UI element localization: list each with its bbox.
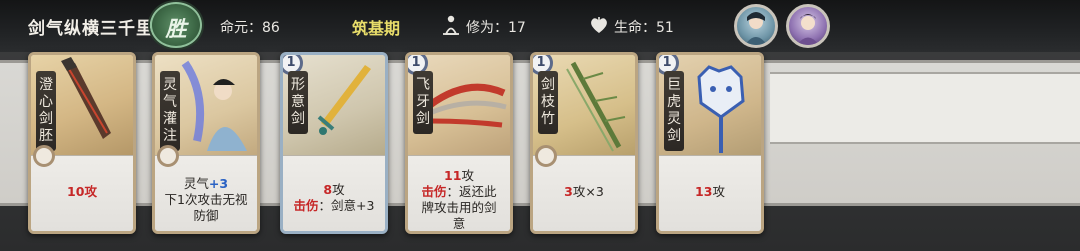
swordsman-portrait-icon (745, 12, 767, 45)
card-title: 飞牙剑 (413, 71, 433, 134)
player-avatar[interactable] (734, 4, 778, 48)
card-qi-ring-icon (535, 145, 557, 167)
card-effect-line: 击伤：返还此 (421, 184, 497, 199)
card-lingqi-guanzhu[interactable]: 灵气灌注 灵气+3 下1次攻击无视 防御 (152, 52, 260, 234)
card-attack-text: 3攻×3 (564, 184, 604, 199)
card-attack-text: 8攻 (323, 182, 345, 197)
card-attack-text: 10攻 (67, 184, 97, 199)
victory-badge: 胜 (150, 2, 202, 48)
cultivation-realm: 筑基期 (352, 19, 401, 38)
victory-badge-label: 胜 (165, 17, 187, 41)
cultivator-portrait-icon (797, 14, 819, 45)
card-qi-ring-icon (157, 145, 179, 167)
card-title: 灵气灌注 (160, 71, 180, 151)
card-juhu-lingjian[interactable]: 1 巨虎灵剑 13攻 (656, 52, 764, 234)
card-title: 形意剑 (288, 71, 308, 134)
card-title: 巨虎灵剑 (664, 71, 684, 151)
card-description: 13攻 (659, 155, 761, 231)
card-effect-line: 防御 (193, 208, 219, 223)
heart-icon (591, 17, 607, 33)
card-qi-ring-icon (33, 145, 55, 167)
card-title: 剑枝竹 (538, 71, 558, 134)
life-stat: 生命：51 (614, 20, 674, 36)
card-effect-line: 下1次攻击无视 (164, 192, 248, 207)
empty-tray-slot (770, 72, 1080, 144)
status-bar: 剑气纵横三千里 胜 命元：86 筑基期 修为：17 生命：51 (0, 0, 1080, 52)
card-title: 澄心剑胚 (36, 71, 56, 151)
card-effect-line: 灵气+3 (183, 176, 229, 191)
battle-title: 剑气纵横三千里 (28, 19, 154, 39)
card-xingyi-jian[interactable]: 1 形意剑 8攻 击伤：剑意+3 (280, 52, 388, 234)
card-effect-line: 意 (452, 216, 466, 231)
card-effect-line: 牌攻击用的剑 (421, 200, 497, 215)
card-description: 8攻 击伤：剑意+3 (283, 155, 385, 231)
card-chengxin-jianpi[interactable]: 澄心剑胚 10攻 (28, 52, 136, 234)
xiuwei-stat: 修为：17 (466, 20, 526, 36)
card-effect-line: 击伤：剑意+3 (293, 198, 375, 213)
card-feiya-jian[interactable]: 1 飞牙剑 11攻 击伤：返还此 牌攻击用的剑 意 (405, 52, 513, 234)
opponent-avatar[interactable] (786, 4, 830, 48)
card-description: 11攻 击伤：返还此 牌攻击用的剑 意 (408, 155, 510, 231)
mingyuan-stat: 命元：86 (220, 20, 280, 36)
card-jianzhi-zhu[interactable]: 1 剑枝竹 3攻×3 (530, 52, 638, 234)
card-attack-text: 13攻 (695, 184, 725, 199)
card-attack-text: 11攻 (444, 168, 474, 183)
meditation-icon (443, 15, 459, 35)
